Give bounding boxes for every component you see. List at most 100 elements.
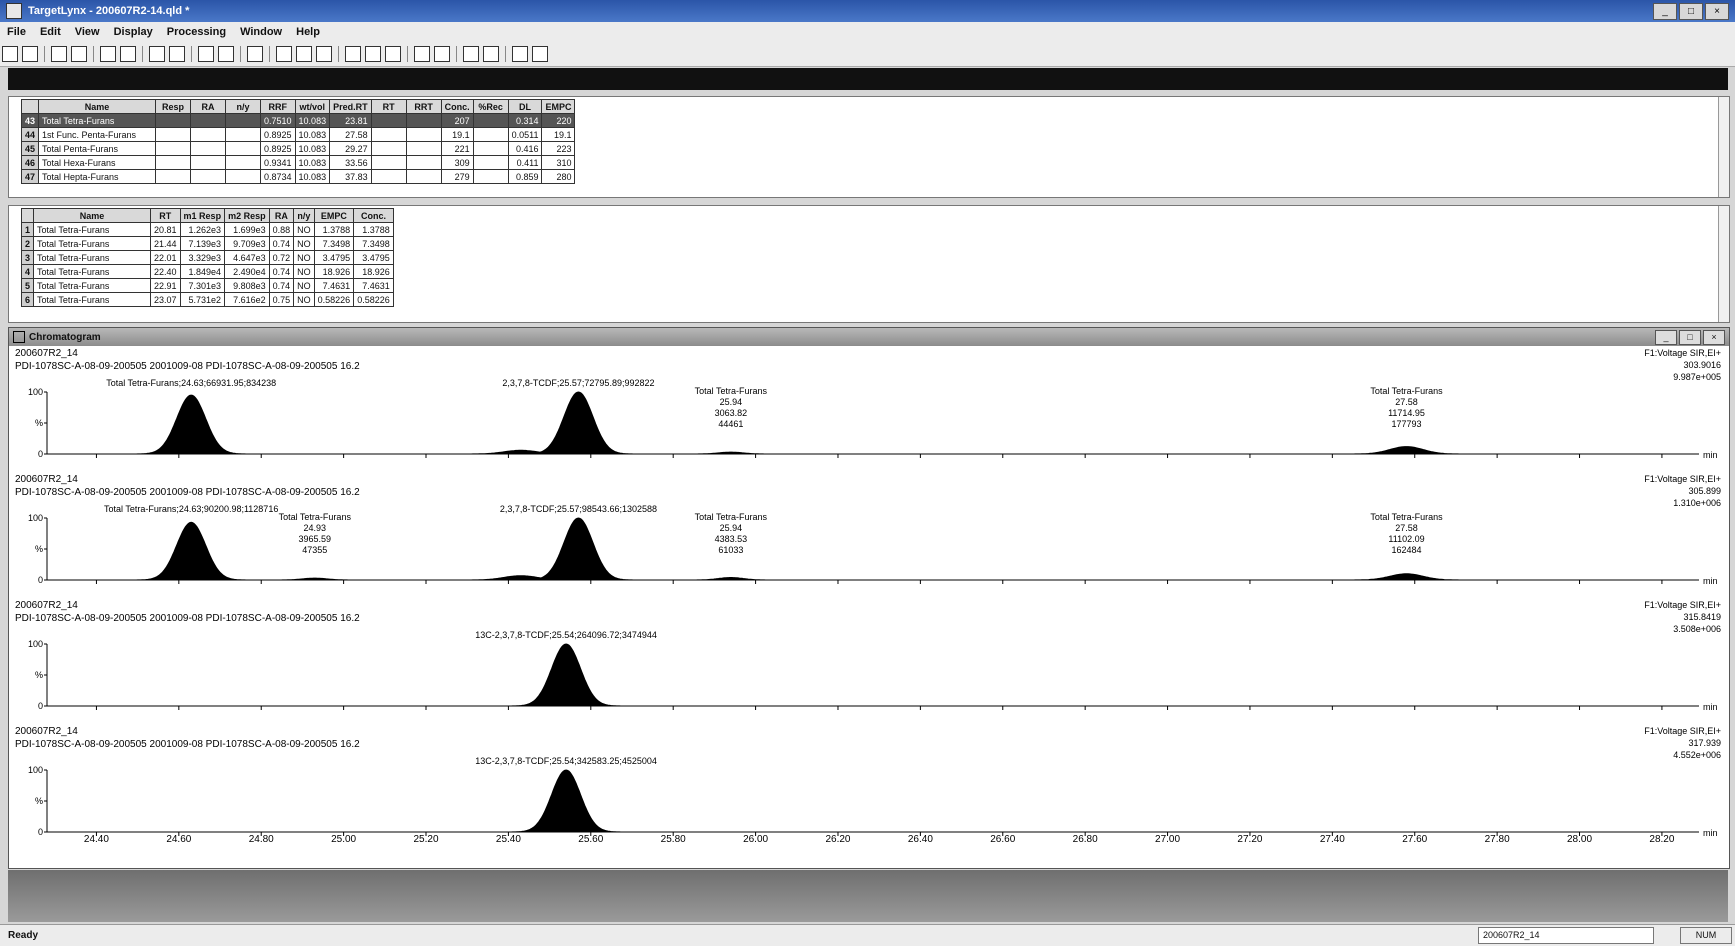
table-row[interactable]: 46 Total Hexa-Furans 0.9341 10.083 33.56 309 0… [20,155,576,170]
grid-icon[interactable] [345,46,361,62]
chrom-minimize-button[interactable]: _ [1655,330,1677,345]
column-header[interactable]: wt/vol [294,99,331,114]
x-tick-label: 25.60 [578,834,603,845]
cross-icon[interactable] [247,46,263,62]
table-row[interactable]: 4 Total Tetra-Furans 22.40 1.849e4 2.490e4 0.… [20,264,394,279]
list-icon[interactable] [365,46,381,62]
x-unit-label: min [1703,450,1718,460]
column-header[interactable]: n/y [293,208,315,223]
x-unit-label: min [1703,828,1718,838]
table-row[interactable]: 2 Total Tetra-Furans 21.44 7.139e3 9.709e3 0.… [20,236,394,251]
layout-icon[interactable] [385,46,401,62]
column-header[interactable]: Name [38,99,157,114]
column-header[interactable] [20,208,35,223]
column-header[interactable]: RRF [260,99,296,114]
table-row[interactable]: 6 Total Tetra-Furans 23.07 5.731e2 7.616e2 0.… [20,292,394,307]
table-row[interactable]: 3 Total Tetra-Furans 22.01 3.329e3 4.647e3 0.… [20,250,394,265]
table-cell: 45 [20,141,40,156]
column-header[interactable]: EMPC [541,99,576,114]
table-row[interactable]: 5 Total Tetra-Furans 22.91 7.301e3 9.808e3 0.… [20,278,394,293]
column-header[interactable]: RA [268,208,295,223]
table-cell: 1.699e3 [224,222,270,237]
table-cell: 7.4631 [353,278,394,293]
column-header[interactable]: %Rec [472,99,509,114]
close-button[interactable]: × [1705,3,1729,20]
peak-table[interactable]: Name RT m1 Resp m2 Resp RA n/y EMPC Conc. 1 Total… [20,208,394,307]
print-icon[interactable] [51,46,67,62]
menu-processing[interactable]: Processing [160,26,233,38]
record-icon[interactable] [414,46,430,62]
table-row[interactable]: 44 1st Func. Penta-Furans 0.8925 10.083 27.5… [20,127,576,142]
peak-scrollbar[interactable] [1718,206,1729,322]
table-cell [190,155,227,170]
table-cell [155,113,192,128]
menu-window[interactable]: Window [233,26,289,38]
split-icon[interactable] [463,46,479,62]
table-cell [405,113,442,128]
table-row[interactable]: 47 Total Hepta-Furans 0.8734 10.083 37.83 279… [20,169,576,184]
column-header[interactable]: RA [190,99,227,114]
next-icon[interactable] [169,46,185,62]
maximize-button[interactable]: □ [1679,3,1703,20]
x-tick-label: 26.20 [825,834,850,845]
menu-view[interactable]: View [68,26,107,38]
chromatogram-peak [520,517,635,581]
column-header[interactable]: Pred.RT [329,99,372,114]
column-header[interactable]: RT [150,208,181,223]
report-icon[interactable] [316,46,332,62]
column-header[interactable]: EMPC [313,208,355,223]
chrom-maximize-button[interactable]: □ [1679,330,1701,345]
back-icon[interactable] [198,46,214,62]
column-header[interactable]: Conc. [440,99,474,114]
column-header[interactable]: m1 Resp [179,208,226,223]
open-icon[interactable] [2,46,18,62]
column-header[interactable]: m2 Resp [224,208,270,223]
table-cell [370,169,407,184]
zoom-out-icon[interactable] [120,46,136,62]
table-row[interactable]: 1 Total Tetra-Furans 20.81 1.262e3 1.699e3 0.… [20,222,394,237]
column-header[interactable]: RRT [405,99,442,114]
chromatogram-peak [508,643,623,707]
chrom-close-button[interactable]: × [1703,330,1725,345]
print2-icon[interactable] [512,46,528,62]
menu-display[interactable]: Display [107,26,160,38]
table-row[interactable]: 43 Total Tetra-Furans 0.7510 10.083 23.81 207… [20,113,576,128]
x-tick-label: 26.80 [1073,834,1098,845]
copy-icon[interactable] [71,46,87,62]
column-header[interactable]: Resp [155,99,192,114]
fwd-icon[interactable] [218,46,234,62]
table-cell: Total Tetra-Furans [33,264,152,279]
chromatogram-plot[interactable]: 200607R2_14 PDI-1078SC-A-08-09-200505 200… [9,346,1729,868]
zoom-in-icon[interactable] [100,46,116,62]
summary-table[interactable]: Name Resp RA n/y RRF wt/vol Pred.RT RT RRT Conc.%… [20,99,576,184]
column-header[interactable]: Name [33,208,152,223]
x-tick-label: 24.60 [166,834,191,845]
trace-mass: 305.899 [1688,486,1721,496]
column-header[interactable]: RT [370,99,407,114]
menu-edit[interactable]: Edit [33,26,68,38]
merge-icon[interactable] [483,46,499,62]
column-header[interactable]: n/y [225,99,262,114]
table-cell [155,141,192,156]
trace-description: PDI-1078SC-A-08-09-200505 2001009-08 PDI… [15,361,360,372]
table-cell [472,155,509,170]
prev-icon[interactable] [149,46,165,62]
column-header[interactable]: Conc. [353,208,394,223]
column-header[interactable] [20,99,40,114]
summary-scrollbar[interactable] [1718,97,1729,197]
x-unit-label: min [1703,576,1718,586]
menu-help[interactable]: Help [289,26,327,38]
peak-icon[interactable] [276,46,292,62]
stop-icon[interactable] [434,46,450,62]
integrate-icon[interactable] [296,46,312,62]
table-cell [370,141,407,156]
table-row[interactable]: 45 Total Penta-Furans 0.8925 10.083 29.27 221… [20,141,576,156]
help-icon[interactable] [532,46,548,62]
menu-file[interactable]: File [0,26,33,38]
save-icon[interactable] [22,46,38,62]
trace-max-intensity: 4.552e+006 [1673,750,1721,760]
table-cell: 37.83 [329,169,372,184]
chromatogram-peak [681,577,780,581]
column-header[interactable]: DL [507,99,543,114]
minimize-button[interactable]: _ [1653,3,1677,20]
